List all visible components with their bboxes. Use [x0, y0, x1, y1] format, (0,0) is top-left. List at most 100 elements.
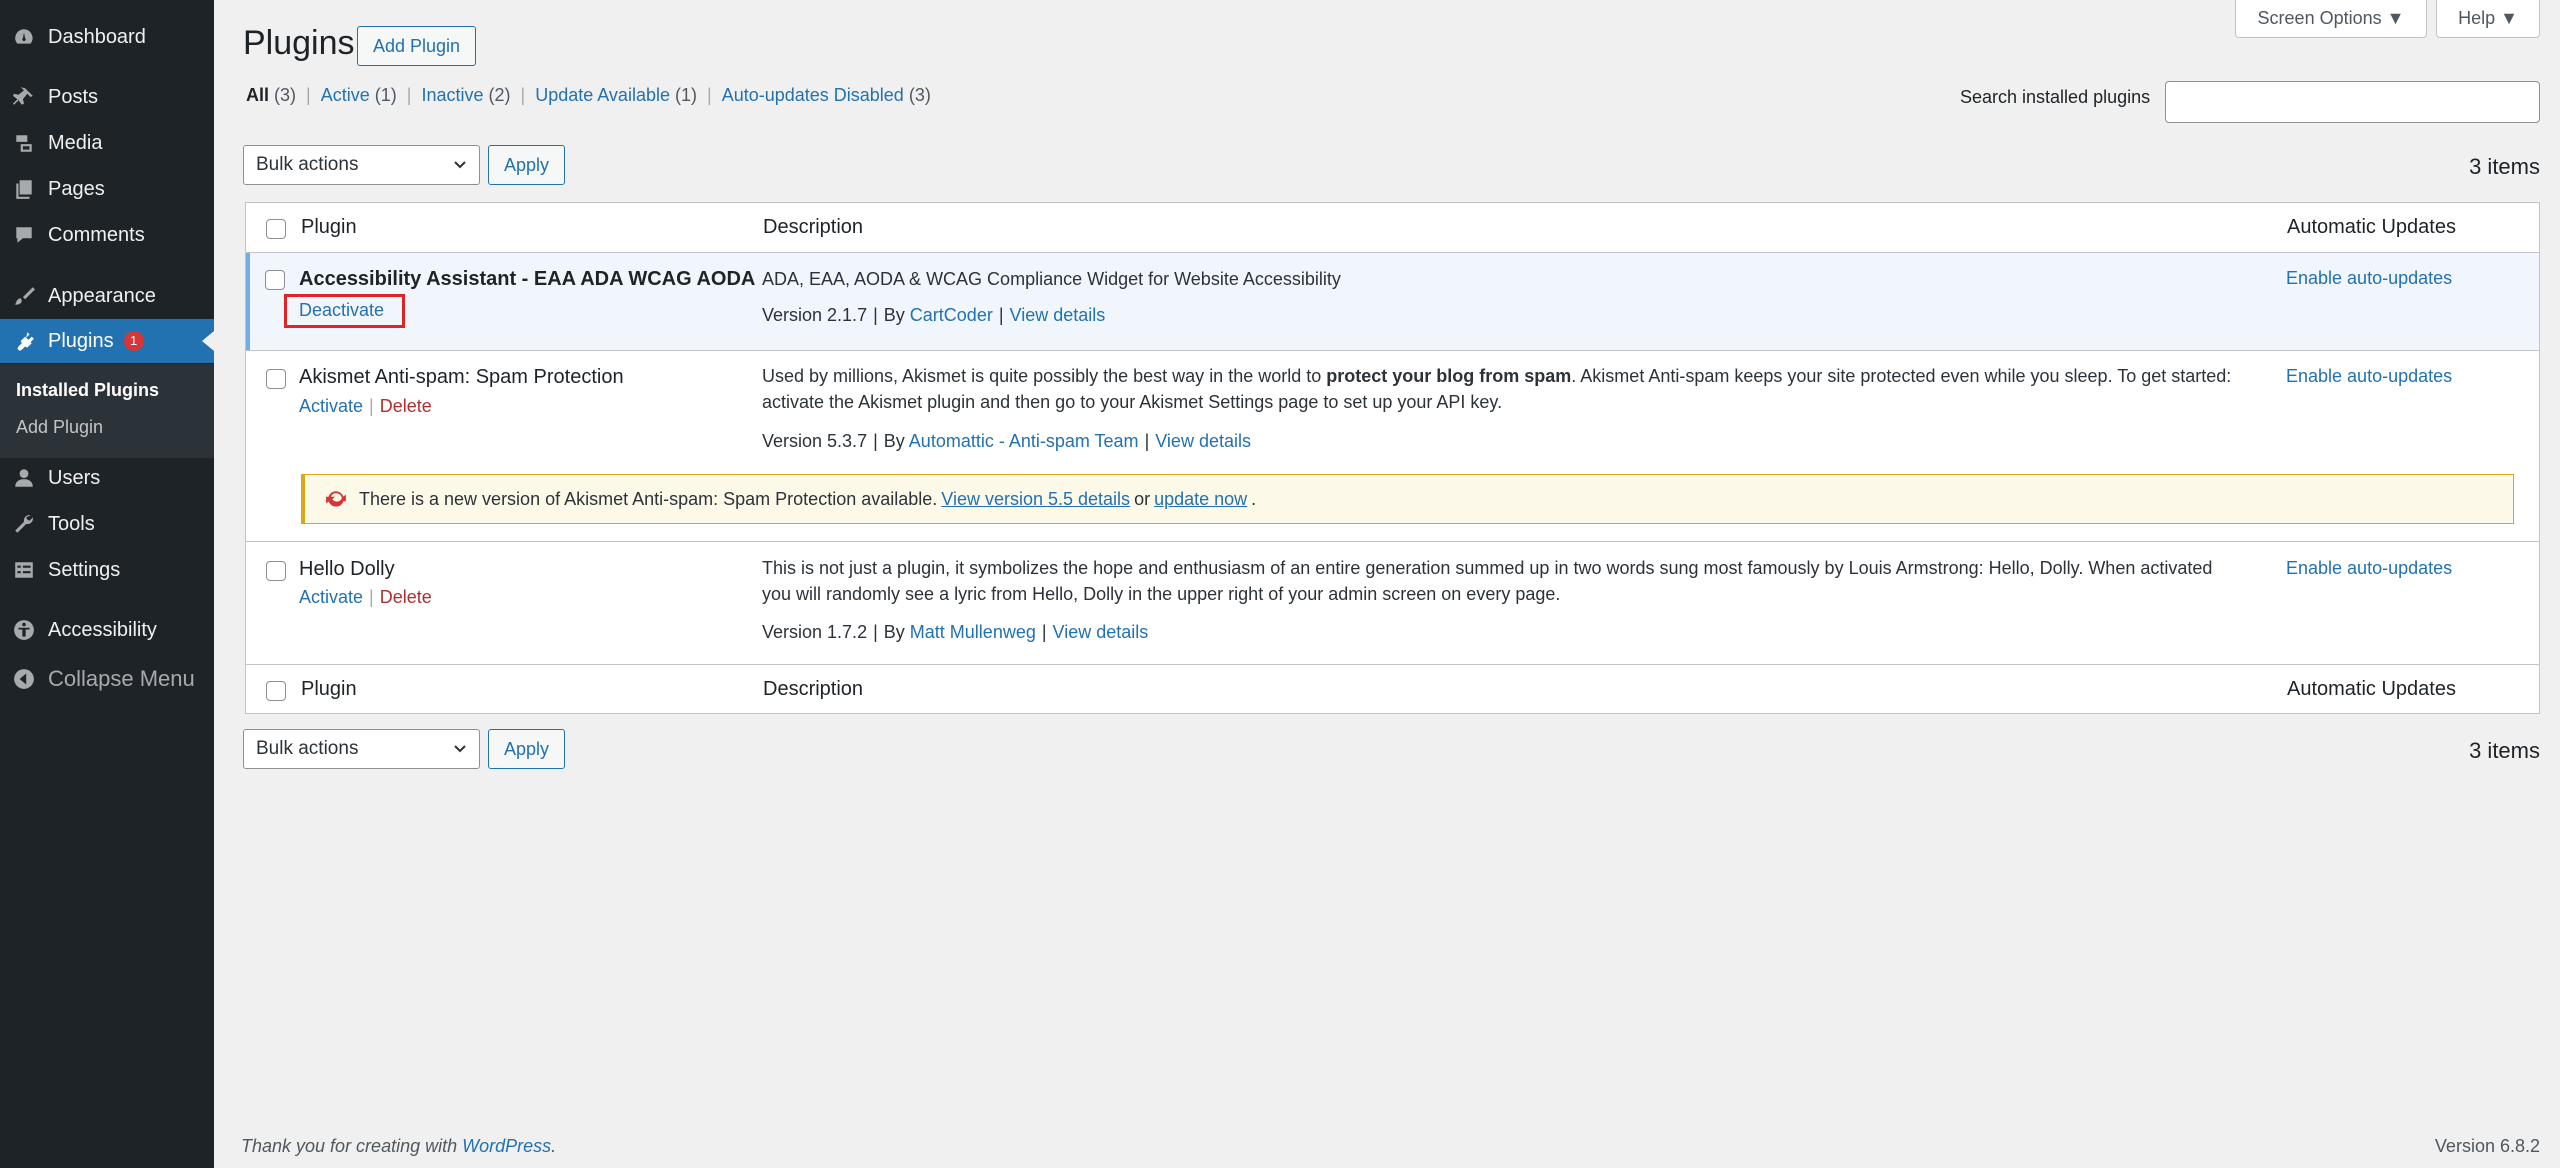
plugin-description: ADA, EAA, AODA & WCAG Compliance Widget …: [762, 269, 1341, 289]
wordpress-link[interactable]: WordPress: [462, 1136, 551, 1156]
sidebar-item-label: Posts: [48, 85, 99, 108]
col-description: Description: [763, 678, 864, 700]
collapse-icon: [12, 667, 36, 691]
sidebar-item-label: Media: [48, 131, 103, 154]
author-link[interactable]: Matt Mullenweg: [910, 622, 1036, 642]
collapse-menu-button[interactable]: Collapse Menu: [0, 657, 214, 701]
col-automatic-updates: Automatic Updates: [2287, 216, 2456, 238]
delete-link[interactable]: Delete: [380, 587, 432, 608]
annotation-highlight-box: [284, 294, 405, 328]
accessibility-icon: [12, 618, 36, 642]
admin-sidebar: Dashboard Posts Media Pages Comments App…: [0, 0, 214, 1168]
table-header: Plugin Description Automatic Updates: [246, 203, 2539, 253]
footer-thankyou: Thank you for creating with WordPress.: [241, 1136, 557, 1156]
plugin-name: Accessibility Assistant - EAA ADA WCAG A…: [299, 268, 756, 290]
apply-button-bottom[interactable]: Apply: [488, 729, 565, 769]
dashboard-icon: [12, 25, 36, 49]
sidebar-item-dashboard[interactable]: Dashboard: [0, 15, 214, 59]
view-version-details-link[interactable]: View version 5.5 details: [941, 489, 1130, 510]
plugin-name: Hello Dolly: [299, 558, 395, 580]
add-plugin-button[interactable]: Add Plugin: [357, 26, 476, 66]
sidebar-item-label: Plugins: [48, 329, 114, 352]
sidebar-item-appearance[interactable]: Appearance: [0, 274, 214, 318]
sidebar-item-accessibility[interactable]: Accessibility: [0, 608, 214, 652]
submenu-installed-plugins[interactable]: Installed Plugins: [16, 380, 159, 401]
col-description: Description: [763, 216, 864, 238]
brush-icon: [12, 284, 36, 308]
sidebar-item-label: Settings: [48, 558, 121, 581]
filter-active[interactable]: Active (1): [321, 85, 397, 106]
sidebar-item-media[interactable]: Media: [0, 121, 214, 165]
pin-icon: [12, 85, 36, 109]
enable-auto-updates-link[interactable]: Enable auto-updates: [2286, 558, 2452, 579]
update-now-link[interactable]: update now: [1154, 489, 1247, 510]
plugin-meta: Version 1.7.2 | By Matt Mullenweg | View det…: [762, 622, 1149, 642]
plugin-status-filters: All (3) | Active (1) | Inactive (2) | Up…: [246, 85, 931, 106]
select-all-checkbox-bottom[interactable]: [266, 681, 286, 701]
sidebar-item-label: Comments: [48, 223, 145, 246]
items-count-bottom: 3 items: [2469, 738, 2540, 763]
bulk-actions-select-bottom[interactable]: Bulk actions: [243, 729, 480, 769]
table-row: Akismet Anti-spam: Spam Protection Activ…: [246, 351, 2539, 529]
sidebar-item-label: Accessibility: [48, 618, 157, 641]
submenu-add-plugin[interactable]: Add Plugin: [16, 417, 103, 438]
row-checkbox[interactable]: [266, 369, 286, 389]
page-title: Plugins: [243, 24, 355, 62]
update-icon: [326, 491, 346, 507]
wrench-icon: [12, 512, 36, 536]
chevron-down-icon: [454, 745, 466, 753]
view-details-link[interactable]: View details: [1010, 305, 1106, 325]
help-button[interactable]: Help ▼: [2436, 0, 2540, 38]
view-details-link[interactable]: View details: [1155, 431, 1251, 451]
footer-version: Version 6.8.2: [2434, 1136, 2540, 1156]
author-link[interactable]: CartCoder: [910, 305, 993, 325]
filter-all[interactable]: All (3): [246, 85, 296, 106]
sidebar-item-label: Tools: [48, 512, 95, 535]
select-all-checkbox[interactable]: [266, 219, 286, 239]
sidebar-item-tools[interactable]: Tools: [0, 502, 214, 546]
col-plugin[interactable]: Plugin: [301, 678, 357, 701]
filter-update-available[interactable]: Update Available (1): [535, 85, 697, 106]
sidebar-item-comments[interactable]: Comments: [0, 213, 214, 257]
sidebar-item-settings[interactable]: Settings: [0, 548, 214, 592]
comments-icon: [12, 223, 36, 247]
filter-inactive[interactable]: Inactive (2): [421, 85, 510, 106]
sidebar-item-label: Dashboard: [48, 25, 146, 48]
bulk-actions-select-top[interactable]: Bulk actions: [243, 145, 480, 185]
row-checkbox[interactable]: [266, 561, 286, 581]
sidebar-item-posts[interactable]: Posts: [0, 75, 214, 119]
enable-auto-updates-link[interactable]: Enable auto-updates: [2286, 366, 2452, 387]
screen-options-button[interactable]: Screen Options ▼: [2235, 0, 2427, 38]
table-footer-header: Plugin Description Automatic Updates: [246, 664, 2539, 714]
update-notice: There is a new version of Akismet Anti-s…: [301, 474, 2514, 524]
users-icon: [12, 466, 36, 490]
sidebar-item-users[interactable]: Users: [0, 456, 214, 500]
plugin-name: Akismet Anti-spam: Spam Protection: [299, 366, 624, 388]
filter-auto-updates-disabled[interactable]: Auto-updates Disabled (3): [722, 85, 931, 106]
sidebar-item-label: Collapse Menu: [48, 666, 195, 691]
table-row: Accessibility Assistant - EAA ADA WCAG A…: [246, 253, 2539, 350]
activate-link[interactable]: Activate: [299, 587, 363, 608]
sidebar-item-pages[interactable]: Pages: [0, 167, 214, 211]
sidebar-item-label: Users: [48, 466, 101, 489]
sidebar-item-plugins[interactable]: Plugins 1: [0, 319, 214, 363]
plugin-description: Used by millions, Akismet is quite possi…: [762, 366, 2232, 412]
sidebar-item-label: Pages: [48, 177, 105, 200]
media-icon: [12, 131, 36, 155]
activate-link[interactable]: Activate: [299, 396, 363, 417]
plugin-icon: [12, 329, 36, 353]
delete-link[interactable]: Delete: [380, 396, 432, 417]
plugin-description: This is not just a plugin, it symbolizes…: [762, 558, 2213, 604]
col-plugin[interactable]: Plugin: [301, 216, 357, 239]
enable-auto-updates-link[interactable]: Enable auto-updates: [2286, 268, 2452, 289]
apply-button-top[interactable]: Apply: [488, 145, 565, 185]
plugins-table: Plugin Description Automatic Updates Acc…: [245, 202, 2540, 714]
sidebar-item-label: Appearance: [48, 284, 156, 307]
plugin-meta: Version 2.1.7 | By CartCoder | View details: [762, 305, 1106, 325]
col-automatic-updates: Automatic Updates: [2287, 678, 2456, 700]
row-checkbox[interactable]: [265, 270, 285, 290]
plugins-submenu: Installed Plugins Add Plugin: [0, 364, 214, 458]
search-input[interactable]: [2165, 81, 2540, 123]
view-details-link[interactable]: View details: [1053, 622, 1149, 642]
author-link[interactable]: Automattic - Anti-spam Team: [909, 431, 1139, 451]
